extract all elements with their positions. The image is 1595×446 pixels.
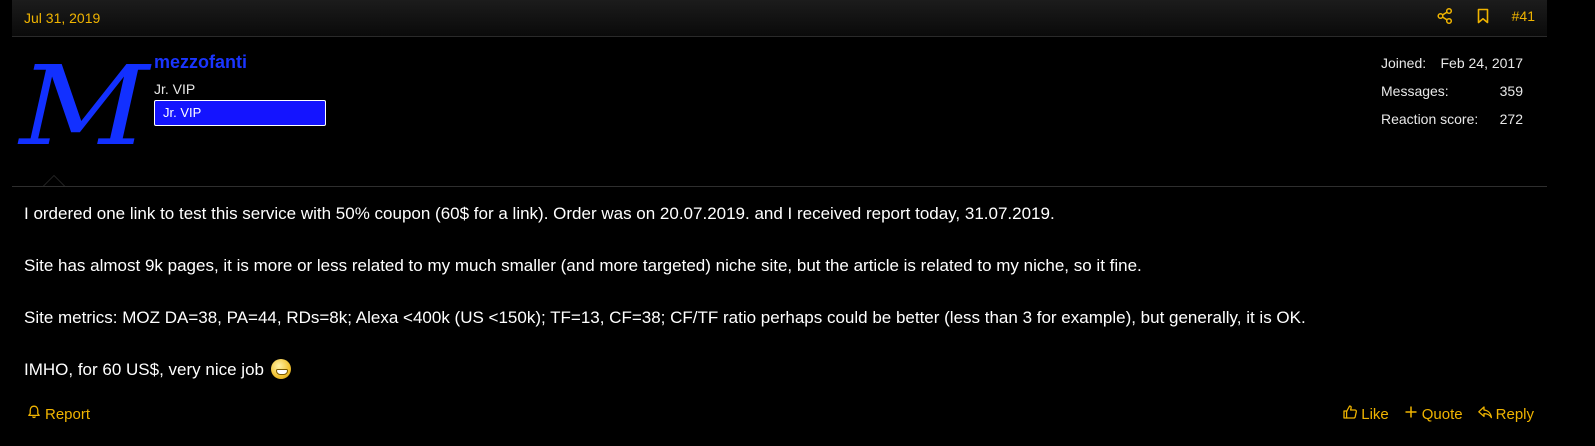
grin-smiley-icon	[270, 359, 291, 379]
stat-label: Reaction score:	[1381, 111, 1479, 127]
reply-arrow-icon	[1477, 404, 1493, 424]
like-label: Like	[1361, 405, 1389, 423]
stat-value: 272	[1499, 111, 1523, 127]
stat-label: Messages:	[1381, 83, 1449, 99]
like-button[interactable]: Like	[1342, 404, 1389, 424]
message-body: I ordered one link to test this service …	[24, 201, 1534, 383]
message-arrow-pointer	[43, 175, 65, 186]
post-number-link[interactable]: #41	[1512, 8, 1535, 24]
report-label: Report	[45, 405, 91, 423]
stat-messages: Messages: 359	[1381, 83, 1523, 111]
message-paragraph: Site has almost 9k pages, it is more or …	[24, 256, 1142, 275]
post-header: Jul 31, 2019 #41	[12, 0, 1547, 37]
username-link[interactable]: mezzofanti	[154, 52, 326, 73]
stat-label: Joined:	[1381, 55, 1427, 71]
page-scrollbar[interactable]	[1560, 0, 1595, 446]
stat-value[interactable]: 359	[1500, 83, 1523, 111]
post-header-actions: #41	[1436, 7, 1535, 25]
reply-button[interactable]: Reply	[1477, 404, 1534, 424]
message-post: Jul 31, 2019 #41 M mezzofanti Jr. VIP Jr…	[12, 0, 1547, 438]
divider	[12, 186, 1547, 187]
message-paragraph: I ordered one link to test this service …	[24, 204, 1055, 223]
message-text: IMHO, for 60 US$, very nice job	[24, 360, 264, 379]
avatar[interactable]: M	[19, 46, 149, 166]
user-title: Jr. VIP	[154, 81, 196, 97]
bell-icon	[26, 404, 42, 424]
report-button[interactable]: Report	[26, 404, 90, 424]
avatar-letter: M	[19, 42, 149, 170]
bookmark-icon[interactable]	[1474, 7, 1492, 25]
quote-label: Quote	[1421, 405, 1463, 423]
message-paragraph: Site metrics: MOZ DA=38, PA=44, RDs=8k; …	[24, 308, 1306, 327]
plus-icon	[1403, 404, 1419, 424]
user-banner-badge: Jr. VIP	[154, 100, 326, 126]
quote-button[interactable]: Quote	[1403, 404, 1463, 424]
message-paragraph-last: IMHO, for 60 US$, very nice job	[24, 357, 1534, 383]
post-footer: Report Like Quote Reply	[12, 402, 1547, 426]
stat-joined: Joined: Feb 24, 2017	[1381, 55, 1523, 83]
footer-actions: Like Quote Reply	[1342, 404, 1534, 424]
share-icon[interactable]	[1436, 7, 1454, 25]
reply-label: Reply	[1495, 405, 1534, 423]
stat-value: Feb 24, 2017	[1440, 55, 1523, 71]
user-info: mezzofanti Jr. VIP Jr. VIP	[154, 52, 326, 126]
thumbs-up-icon	[1342, 404, 1358, 424]
stat-reaction-score: Reaction score: 272	[1381, 111, 1523, 139]
user-stats: Joined: Feb 24, 2017 Messages: 359 React…	[1381, 55, 1523, 139]
post-date[interactable]: Jul 31, 2019	[24, 10, 100, 26]
